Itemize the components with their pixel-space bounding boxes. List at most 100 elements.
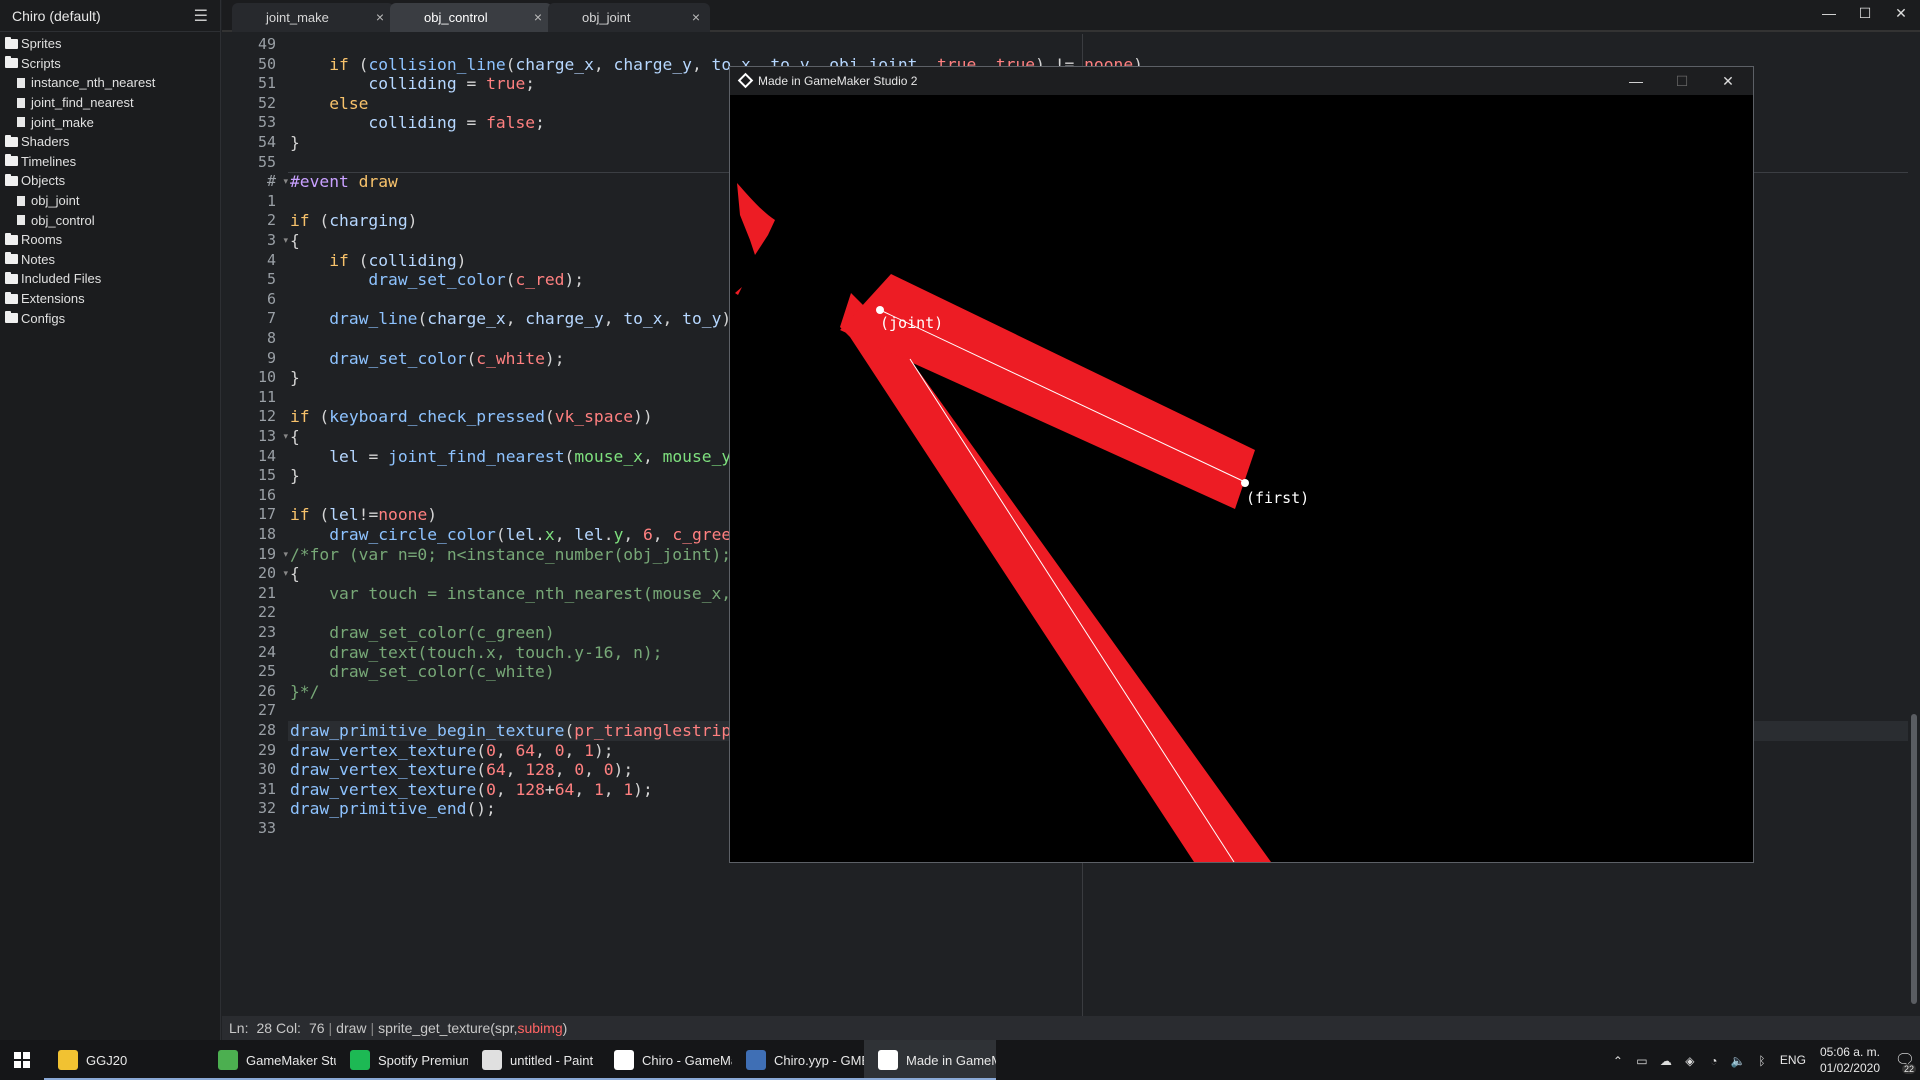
minimize-icon[interactable]: —	[1613, 67, 1659, 95]
tree-item-joint-make[interactable]: joint_make	[0, 112, 220, 132]
joint-point[interactable]	[876, 306, 884, 314]
code-line[interactable]: draw_set_color(c_white)	[290, 662, 554, 682]
bluetooth-icon[interactable]: ᛒ	[1754, 1054, 1770, 1068]
game-window-titlebar[interactable]: Made in GameMaker Studio 2 — ☐ ✕	[730, 67, 1753, 95]
code-line[interactable]: if (lel!=noone)	[290, 505, 437, 525]
taskbar-item-folder[interactable]: GGJ20	[44, 1040, 204, 1080]
fold-toggle-icon[interactable]: ▾	[283, 231, 288, 251]
fold-toggle-icon[interactable]: ▾	[283, 172, 288, 192]
code-line[interactable]: if (keyboard_check_pressed(vk_space))	[290, 407, 653, 427]
code-line[interactable]: #event draw	[290, 172, 398, 192]
taskbar-item-paint[interactable]: untitled - Paint	[468, 1040, 600, 1080]
line-number: 51	[257, 74, 276, 93]
windows-start-button[interactable]	[0, 1040, 44, 1080]
fold-toggle-icon[interactable]: ▾	[283, 545, 288, 565]
tree-item-notes[interactable]: Notes	[0, 250, 220, 270]
menu-icon[interactable]: ☰	[194, 6, 208, 26]
scrollbar-thumb[interactable]	[1911, 714, 1917, 1004]
notification-center-button[interactable]: 🗨 22	[1890, 1040, 1920, 1080]
tree-item-obj-joint[interactable]: obj_joint	[0, 191, 220, 211]
dropbox-icon[interactable]: ◈	[1682, 1054, 1698, 1068]
gamemaker-icon	[878, 1050, 898, 1070]
code-line[interactable]: draw_line(charge_x, charge_y, to_x, to_y…	[290, 309, 741, 329]
tab-obj-joint[interactable]: obj_joint ×	[548, 3, 710, 32]
tree-item-scripts[interactable]: Scripts	[0, 54, 220, 74]
tree-item-objects[interactable]: Objects	[0, 171, 220, 191]
col-label: Col:	[276, 1020, 301, 1036]
code-line[interactable]: draw_set_color(c_white);	[290, 349, 564, 369]
code-line[interactable]: draw_vertex_texture(0, 64, 0, 1);	[290, 741, 614, 761]
code-line[interactable]: }	[290, 133, 300, 153]
code-line[interactable]: }	[290, 466, 300, 486]
taskbar-item-spotify[interactable]: Spotify Premium	[336, 1040, 468, 1080]
chevron-up-icon[interactable]: ⌃	[1610, 1054, 1626, 1068]
code-line[interactable]: lel = joint_find_nearest(mouse_x, mouse_…	[290, 447, 751, 467]
tree-item-configs[interactable]: Configs	[0, 308, 220, 328]
paint-icon	[482, 1050, 502, 1070]
taskbar-item-gamemaker[interactable]: Made in GameMak...	[864, 1040, 996, 1080]
line-number: 54	[257, 133, 276, 151]
tree-item-rooms[interactable]: Rooms	[0, 230, 220, 250]
maximize-icon[interactable]: ☐	[1848, 0, 1882, 26]
taskbar-item-gmedit[interactable]: Chiro.yyp - GMEdit	[732, 1040, 864, 1080]
tree-item-extensions[interactable]: Extensions	[0, 289, 220, 309]
close-icon[interactable]: ✕	[1884, 0, 1918, 26]
cloud-icon[interactable]: ☁	[1658, 1054, 1674, 1068]
battery-icon[interactable]: ▭	[1634, 1054, 1650, 1068]
code-line[interactable]: }	[290, 368, 300, 388]
code-line[interactable]: draw_vertex_texture(64, 128, 0, 0);	[290, 760, 633, 780]
fold-toggle-icon[interactable]: ▾	[283, 427, 288, 447]
code-line[interactable]: if (charging)	[290, 211, 417, 231]
tree-item-obj-control[interactable]: obj_control	[0, 210, 220, 230]
code-line[interactable]: colliding = false;	[290, 113, 544, 133]
close-icon[interactable]: ✕	[1705, 67, 1751, 95]
clock-time: 05:06 a. m.	[1819, 1045, 1880, 1059]
tree-item-instance-nth-nearest[interactable]: instance_nth_nearest	[0, 73, 220, 93]
taskbar-items: GGJ20 GameMaker Studio... Spotify Premium u…	[44, 1040, 996, 1080]
network-icon[interactable]: ◔	[1706, 1054, 1722, 1068]
code-line[interactable]: if (colliding)	[290, 251, 466, 271]
code-line[interactable]: draw_primitive_end();	[290, 799, 496, 819]
vertical-scrollbar[interactable]	[1908, 34, 1920, 1016]
first-point[interactable]	[1241, 479, 1249, 487]
game-window[interactable]: Made in GameMaker Studio 2 — ☐ ✕ (joint)…	[729, 66, 1754, 863]
code-line[interactable]: draw_set_color(c_green)	[290, 623, 554, 643]
code-line[interactable]: draw_set_color(c_red);	[290, 270, 584, 290]
maximize-icon[interactable]: ☐	[1659, 67, 1705, 95]
tree-item-shaders[interactable]: Shaders	[0, 132, 220, 152]
code-line[interactable]: colliding = true;	[290, 74, 535, 94]
tree-item-timelines[interactable]: Timelines	[0, 152, 220, 172]
tab-joint-make[interactable]: joint_make ×	[232, 3, 394, 32]
code-line[interactable]: else	[290, 94, 368, 114]
code-line[interactable]: {	[290, 564, 300, 584]
code-line[interactable]: }*/	[290, 682, 319, 702]
tree-item-label: Extensions	[21, 291, 85, 307]
code-line[interactable]: draw_vertex_texture(0, 128+64, 1, 1);	[290, 780, 653, 800]
game-canvas[interactable]: (joint) (first)	[730, 95, 1753, 862]
tab-obj-control[interactable]: obj_control ×	[390, 3, 552, 32]
line-number: 23	[257, 623, 276, 641]
code-line[interactable]: {	[290, 231, 300, 251]
line-number: 19	[257, 544, 276, 563]
line-number: 7	[266, 309, 276, 328]
code-line[interactable]: /*for (var n=0; n<instance_number(obj_jo…	[290, 545, 780, 565]
line-number: 20	[257, 564, 276, 583]
language-indicator[interactable]: ENG	[1780, 1053, 1806, 1067]
line-number: 4	[266, 250, 276, 269]
tree-item-included-files[interactable]: Included Files	[0, 269, 220, 289]
close-icon[interactable]: ×	[692, 9, 700, 25]
code-line[interactable]: {	[290, 427, 300, 447]
tree-item-sprites[interactable]: Sprites	[0, 34, 220, 54]
fold-toggle-icon[interactable]: ▾	[283, 564, 288, 584]
close-icon[interactable]: ×	[376, 9, 384, 25]
volume-icon[interactable]: 🔈	[1730, 1054, 1746, 1068]
taskbar: GGJ20 GameMaker Studio... Spotify Premium u…	[0, 1040, 1920, 1080]
folder-icon	[5, 154, 18, 167]
taskbar-item-chrome[interactable]: GameMaker Studio...	[204, 1040, 336, 1080]
clock[interactable]: 05:06 a. m. 01/02/2020	[1820, 1044, 1880, 1076]
close-icon[interactable]: ×	[534, 9, 542, 25]
taskbar-item-gamemaker[interactable]: Chiro - GameMake...	[600, 1040, 732, 1080]
minimize-icon[interactable]: —	[1812, 0, 1846, 26]
tree-item-joint-find-nearest[interactable]: joint_find_nearest	[0, 93, 220, 113]
code-line[interactable]: draw_text(touch.x, touch.y-16, n);	[290, 643, 662, 663]
